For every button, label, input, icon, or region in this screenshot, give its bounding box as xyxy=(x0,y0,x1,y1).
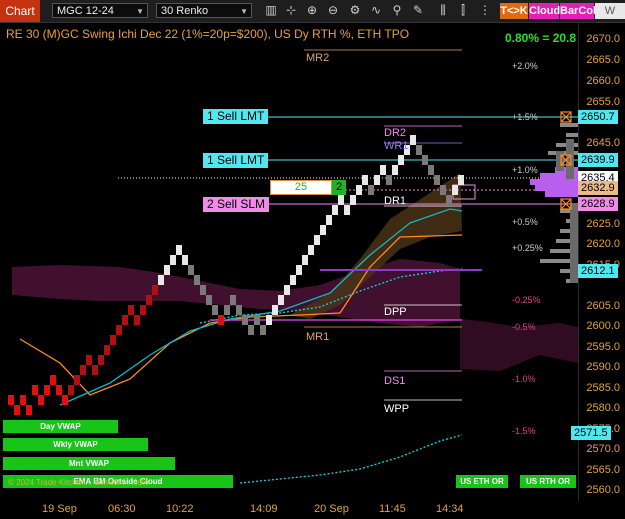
y-tick: 2565.0 xyxy=(586,464,620,476)
cloud-toggle-button[interactable]: Cloud xyxy=(529,3,560,19)
drawing-tools-icon[interactable]: ✎ xyxy=(411,3,425,18)
pct-label: +1.5% xyxy=(512,112,538,122)
vwap-toggle-button[interactable]: W VWA xyxy=(595,3,625,33)
instrument-selector[interactable]: MGC 12-24 ▼ xyxy=(52,3,148,18)
bar-type-label: 30 Renko xyxy=(161,5,209,17)
toolbar: Chart MGC 12-24 ▼ 30 Renko ▼ ▥ ⊹ ⊕ ⊖ ⚙ ∿… xyxy=(0,0,625,33)
x-tick: 06:30 xyxy=(108,503,136,515)
y-tick: 2665.0 xyxy=(586,54,620,66)
barcol-toggle-button[interactable]: BarCol xyxy=(560,3,596,19)
level-label-ds1: DS1 xyxy=(384,375,406,387)
instrument-label: MGC 12-24 xyxy=(57,5,114,17)
strategies-icon[interactable]: ⚲ xyxy=(390,3,404,18)
y-tick: 2655.0 xyxy=(586,96,620,108)
x-tick: 10:22 xyxy=(166,503,194,515)
y-tick: 2670.0 xyxy=(586,33,620,45)
y-tick: 2645.0 xyxy=(586,137,620,149)
more-icon[interactable]: ⋮ xyxy=(478,3,492,18)
pct-label: -1.0% xyxy=(512,374,536,384)
level-label-wr1: WR1 xyxy=(384,140,409,152)
chart-menu-button[interactable]: Chart xyxy=(0,0,40,22)
pct-label: +0.25% xyxy=(512,243,543,253)
level-label-mr1: MR1 xyxy=(306,331,330,343)
y-tick: 2560.0 xyxy=(586,484,620,496)
copyright-note: © 2024 Trade Kitchen... www.tk-... .com xyxy=(8,478,149,487)
price-tag-vwap: 2612.1 xyxy=(578,264,618,278)
y-tick: 2580.0 xyxy=(586,402,620,414)
pct-label: -1.5% xyxy=(512,426,536,436)
y-tick: 2600.0 xyxy=(586,320,620,332)
zoom-in-icon[interactable]: ⊕ xyxy=(305,3,319,18)
day-vwap-button[interactable]: Day VWAP xyxy=(3,420,118,433)
sell-limit-order-2[interactable]: 1 Sell LMT xyxy=(203,153,269,168)
pct-label: -0.5% xyxy=(512,322,536,332)
y-tick: 2625.0 xyxy=(586,218,620,230)
pct-label: +0.5% xyxy=(512,217,538,227)
properties-icon[interactable]: ⚙ xyxy=(348,3,362,18)
sell-limit-order-1[interactable]: 1 Sell LMT xyxy=(203,109,269,124)
time-axis[interactable]: 19 Sep 06:30 10:22 14:09 20 Sep 11:45 14… xyxy=(0,501,625,519)
bars-icon[interactable]: ▥ xyxy=(264,3,278,18)
price-tag-sell-limit-2: 2639.9 xyxy=(578,153,618,167)
x-tick: 14:34 xyxy=(436,503,464,515)
y-tick: 2570.0 xyxy=(586,443,620,455)
y-tick: 2660.0 xyxy=(586,75,620,87)
indicators-icon[interactable]: ∿ xyxy=(369,3,383,18)
chevron-down-icon: ▼ xyxy=(240,7,248,16)
pct-label: +1.0% xyxy=(512,165,538,175)
level-label-dpp: DPP xyxy=(384,306,407,318)
monthly-vwap-button[interactable]: Mnt VWAP xyxy=(3,457,175,470)
zoom-out-icon[interactable]: ⊖ xyxy=(326,3,340,18)
level-label-mr2: MR2 xyxy=(306,52,330,64)
range-percent-stat: 0.80% = 20.8 xyxy=(505,31,577,45)
screenshot-icon[interactable]: ⫿ xyxy=(456,3,470,18)
price-tag-sell-stop: 2628.9 xyxy=(578,197,618,211)
level-label-dr1: DR1 xyxy=(384,195,407,207)
pct-label: +2.0% xyxy=(512,61,538,71)
price-tag-average: 2632.9 xyxy=(578,181,618,195)
level-label-dr2: DR2 xyxy=(384,127,407,139)
chart-title: RE 30 (M)GC Swing Ichi Dec 22 (1%=20p=$2… xyxy=(6,27,410,41)
kijun-line xyxy=(19,312,341,396)
weekly-vwap-line xyxy=(239,434,463,484)
price-tag-weekly-vwap: 2571.5 xyxy=(571,426,611,440)
us-eth-or-button[interactable]: US ETH OR xyxy=(456,475,508,488)
y-tick: 2605.0 xyxy=(586,300,620,312)
level-label-wpp: WPP xyxy=(384,403,410,415)
price-tag-sell-limit-1: 2650.7 xyxy=(578,110,618,124)
x-tick: 20 Sep xyxy=(314,503,349,515)
chart-trader-icon[interactable]: ⫼ xyxy=(436,3,450,18)
weekly-vwap-button[interactable]: Wkly VWAP xyxy=(3,438,148,451)
y-tick: 2585.0 xyxy=(586,382,620,394)
chevron-down-icon: ▼ xyxy=(136,7,144,16)
x-tick: 14:09 xyxy=(250,503,278,515)
sell-stop-order[interactable]: 2 Sell SLM xyxy=(203,197,270,212)
x-tick: 11:45 xyxy=(379,503,406,515)
bar-type-selector[interactable]: 30 Renko ▼ xyxy=(156,3,252,18)
us-rth-or-button[interactable]: US RTH OR xyxy=(520,475,576,488)
pct-label: -0.25% xyxy=(512,295,541,305)
crosshair-icon[interactable]: ⊹ xyxy=(284,3,298,18)
x-tick: 19 Sep xyxy=(42,503,77,515)
y-tick: 2595.0 xyxy=(586,341,620,353)
position-qty[interactable]: 25 xyxy=(270,180,332,195)
position-side[interactable]: 2 xyxy=(332,180,346,195)
tk-toggle-button[interactable]: T<>K xyxy=(500,3,528,19)
y-tick: 2590.0 xyxy=(586,361,620,373)
y-tick: 2620.0 xyxy=(586,238,620,250)
